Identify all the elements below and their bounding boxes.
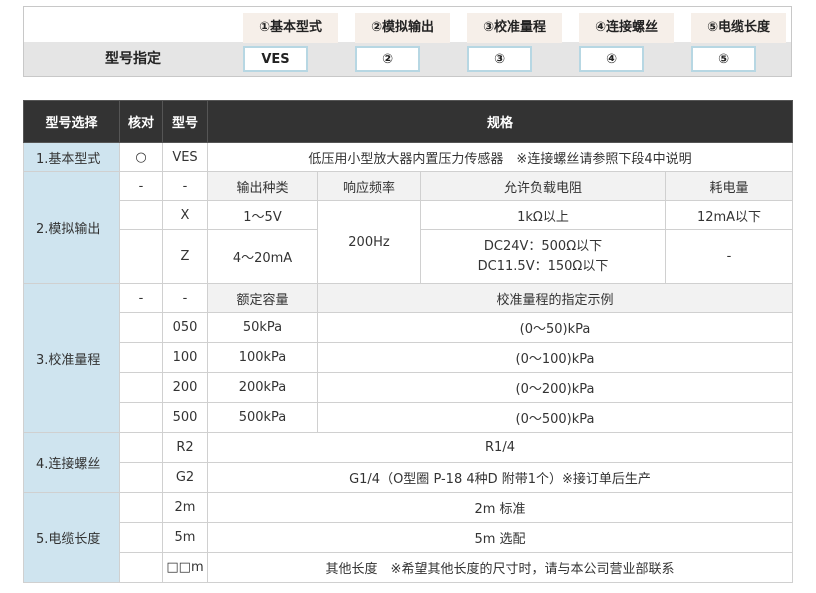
table-row: G2 G1/4（O型圈 P-18 4种D 附带1个）※接订单后生产 xyxy=(24,462,794,493)
check-cell xyxy=(119,552,163,583)
load-cell: DC24V：500Ω以下 DC11.5V：150Ω以下 xyxy=(420,229,666,284)
category-calibration-range: 3.校准量程 xyxy=(23,283,120,433)
capacity-cell: 200kPa xyxy=(207,372,318,403)
table-row: 050 50kPa (0～50)kPa xyxy=(24,312,794,343)
table-row: 1.基本型式 ○ VES 低压用小型放大器内置压力传感器 ※连接螺丝请参照下段4… xyxy=(23,142,794,172)
table-row: 2.模拟输出 - - 输出种类 响应频率 允许负载电阻 耗电量 xyxy=(23,171,794,284)
table-row: 4.连接螺丝 R2 R1/4 xyxy=(23,432,794,493)
code-cell: - xyxy=(162,283,208,313)
output-cell: 4～20mA xyxy=(207,229,318,284)
output-cell: 1～5V xyxy=(207,200,318,230)
header-model-selection: 型号选择 xyxy=(23,100,120,143)
subheader-range-example: 校准量程的指定示例 xyxy=(316,283,794,313)
example-cell: (0～500)kPa xyxy=(316,402,794,433)
model-designation-title: 型号指定 xyxy=(105,51,161,67)
frequency-cell: 200Hz xyxy=(317,200,421,284)
check-cell xyxy=(119,342,163,373)
model-slot-connection-thread: ④ xyxy=(579,46,644,72)
subheader-response-frequency: 响应频率 xyxy=(317,171,421,201)
model-slot-cable-length: ⑤ xyxy=(691,46,756,72)
code-cell: VES xyxy=(162,142,208,172)
model-header-analog-output: ②模拟输出 xyxy=(355,13,450,43)
code-cell: X xyxy=(162,200,208,230)
check-cell xyxy=(119,229,163,284)
table-row: 200 200kPa (0～200)kPa xyxy=(24,372,794,403)
check-cell xyxy=(119,432,163,463)
check-cell xyxy=(119,492,163,523)
model-slot-basic-type: VES xyxy=(243,46,308,72)
check-cell xyxy=(119,200,163,230)
subheader-power-consumption: 耗电量 xyxy=(664,171,794,201)
spec-table-header-row: 型号选择 核对 型号 规格 xyxy=(23,100,794,143)
subheader-rated-capacity: 额定容量 xyxy=(207,283,318,313)
category-connection-thread: 4.连接螺丝 xyxy=(23,432,120,493)
category-basic-type: 1.基本型式 xyxy=(23,142,120,172)
check-cell xyxy=(119,312,163,343)
load-line-2: DC11.5V：150Ω以下 xyxy=(477,258,609,274)
load-cell: 1kΩ以上 xyxy=(420,200,666,230)
capacity-cell: 500kPa xyxy=(207,402,318,433)
example-cell: (0～200)kPa xyxy=(316,372,794,403)
spec-table: 型号选择 核对 型号 规格 1.基本型式 ○ VES 低压用小型放大器内置压力传… xyxy=(23,100,794,583)
code-cell: - xyxy=(162,171,208,201)
capacity-cell: 100kPa xyxy=(207,342,318,373)
model-header-connection-thread: ④连接螺丝 xyxy=(579,13,674,43)
code-cell: 050 xyxy=(162,312,208,343)
capacity-cell: 50kPa xyxy=(207,312,318,343)
check-cell: ○ xyxy=(119,142,163,172)
load-line-1: DC24V：500Ω以下 xyxy=(483,238,603,254)
spec-cell: 2m 标准 xyxy=(206,492,794,523)
spec-cell: R1/4 xyxy=(206,432,794,463)
power-cell: 12mA以下 xyxy=(664,200,794,230)
table-row: X 1～5V 200Hz 1kΩ以上 12mA以下 xyxy=(24,200,794,284)
spec-cell: 5m 选配 xyxy=(206,522,794,553)
code-cell: 200 xyxy=(162,372,208,403)
code-cell: □□m xyxy=(162,552,208,583)
subheader-load-resistance: 允许负载电阻 xyxy=(420,171,666,201)
code-cell: 5m xyxy=(162,522,208,553)
check-cell xyxy=(119,522,163,553)
power-cell: - xyxy=(664,229,794,284)
table-row: 5m 5m 选配 xyxy=(24,522,794,553)
model-designation-box: 型号指定 ①基本型式 ②模拟输出 ③校准量程 ④连接螺丝 ⑤电缆长度 VES ②… xyxy=(23,6,792,77)
subheader-output-type: 输出种类 xyxy=(207,171,318,201)
model-header-basic-type: ①基本型式 xyxy=(243,13,338,43)
model-slot-calibration-range: ③ xyxy=(467,46,532,72)
header-model: 型号 xyxy=(162,100,208,143)
model-header-cable-length: ⑤电缆长度 xyxy=(691,13,786,43)
spec-cell: 低压用小型放大器内置压力传感器 ※连接螺丝请参照下段4中说明 xyxy=(206,142,794,172)
check-cell: - xyxy=(119,171,163,201)
spec-cell: G1/4（O型圈 P-18 4种D 附带1个）※接订单后生产 xyxy=(206,462,794,493)
example-cell: (0～50)kPa xyxy=(316,312,794,343)
code-cell: 2m xyxy=(162,492,208,523)
code-cell: 100 xyxy=(162,342,208,373)
header-check: 核对 xyxy=(119,100,163,143)
model-slot-analog-output: ② xyxy=(355,46,420,72)
code-cell: 500 xyxy=(162,402,208,433)
table-row: □□m 其他长度 ※希望其他长度的尺寸时，请与本公司营业部联系 xyxy=(24,552,794,583)
table-row: 5.电缆长度 2m 2m 标准 xyxy=(23,492,794,583)
check-cell: - xyxy=(119,283,163,313)
check-cell xyxy=(119,462,163,493)
table-row: 3.校准量程 - - 额定容量 校准量程的指定示例 xyxy=(23,283,794,433)
check-cell xyxy=(119,372,163,403)
table-row: 100 100kPa (0～100)kPa xyxy=(24,342,794,373)
table-row: 500 500kPa (0～500)kPa xyxy=(24,402,794,433)
code-cell: G2 xyxy=(162,462,208,493)
category-cable-length: 5.电缆长度 xyxy=(23,492,120,583)
example-cell: (0～100)kPa xyxy=(316,342,794,373)
model-header-calibration-range: ③校准量程 xyxy=(467,13,562,43)
category-analog-output: 2.模拟输出 xyxy=(23,171,120,284)
code-cell: R2 xyxy=(162,432,208,463)
header-specification: 规格 xyxy=(206,100,794,143)
check-cell xyxy=(119,402,163,433)
spec-cell: 其他长度 ※希望其他长度的尺寸时，请与本公司营业部联系 xyxy=(206,552,794,583)
code-cell: Z xyxy=(162,229,208,284)
